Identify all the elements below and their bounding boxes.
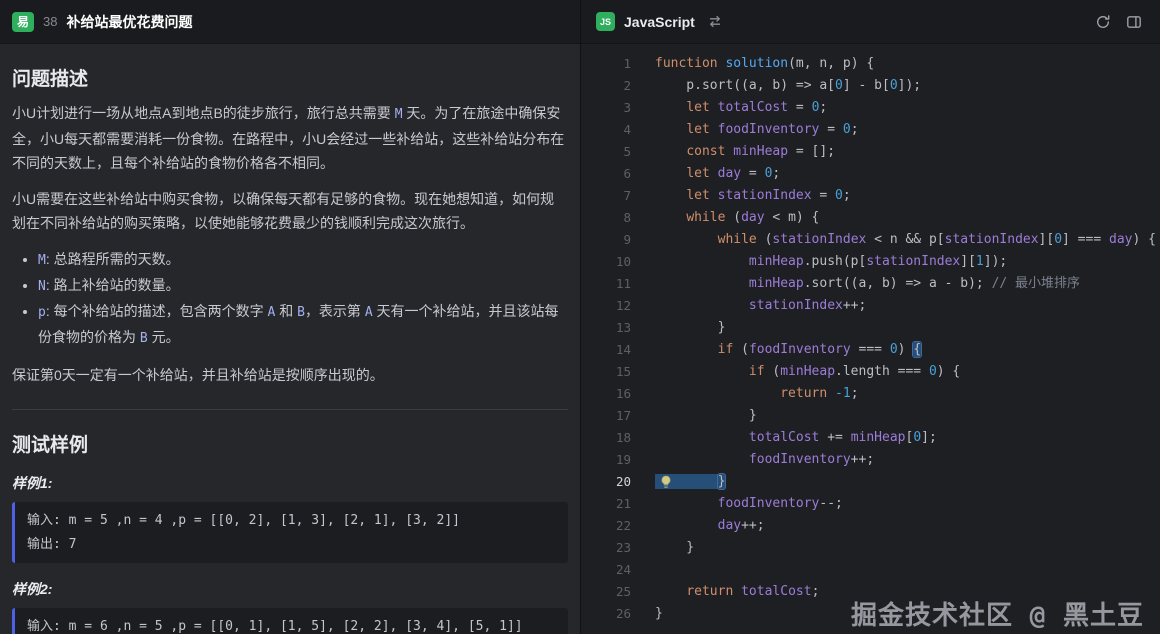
parameter-bullet: M: 总路程所需的天数。 [38,247,568,273]
line-number: 4 [581,119,637,141]
sample-input: 输入: m = 5 ,n = 4 ,p = [[0, 2], [1, 3], [… [27,511,556,530]
parameter-bullet: p: 每个补给站的描述，包含两个数字 A 和 B，表示第 A 天有一个补给站，并… [38,299,568,351]
line-number: 23 [581,537,637,559]
line-number: 24 [581,559,637,581]
code-line[interactable]: return totalCost; [655,581,1160,603]
swap-language-icon[interactable] [704,11,726,33]
code-line[interactable]: p.sort((a, b) => a[0] - b[0]); [655,75,1160,97]
line-number: 20 [581,471,637,493]
parameters-list: M: 总路程所需的天数。N: 路上补给站的数量。p: 每个补给站的描述，包含两个… [12,247,568,351]
code-area[interactable]: function solution(m, n, p) { p.sort((a, … [637,53,1160,634]
line-number: 16 [581,383,637,405]
javascript-logo-icon: JS [596,12,615,31]
inline-code: A [268,305,276,320]
line-number: 9 [581,229,637,251]
line-number: 22 [581,515,637,537]
code-line[interactable]: totalCost += minHeap[0]; [655,427,1160,449]
section-title-samples: 测试样例 [12,430,568,457]
code-line[interactable]: minHeap.sort((a, b) => a - b); // 最小堆排序 [655,273,1160,295]
line-number: 18 [581,427,637,449]
line-number: 19 [581,449,637,471]
app-window: 易 38 补给站最优花费问题 问题描述 小U计划进行一场从地点A到地点B的徒步旅… [0,0,1160,634]
line-number: 11 [581,273,637,295]
sample-output: 输出: 7 [27,535,556,554]
difficulty-badge: 易 [12,12,34,32]
description-paragraphs: 小U计划进行一场从地点A到地点B的徒步旅行，旅行总共需要 M 天。为了在旅途中确… [12,101,568,235]
inline-code: M [38,253,46,268]
inline-code: N [38,279,46,294]
line-number: 15 [581,361,637,383]
code-line[interactable]: } [655,317,1160,339]
problem-content[interactable]: 问题描述 小U计划进行一场从地点A到地点B的徒步旅行，旅行总共需要 M 天。为了… [0,44,580,634]
code-line[interactable]: } [655,471,1160,493]
line-number: 2 [581,75,637,97]
line-number: 17 [581,405,637,427]
code-line[interactable]: } [655,537,1160,559]
reset-code-icon[interactable] [1092,11,1114,33]
code-line[interactable] [655,559,1160,581]
code-line[interactable]: if (minHeap.length === 0) { [655,361,1160,383]
constraint-note: 保证第0天一定有一个补给站，并且补给站是按顺序出现的。 [12,363,568,387]
code-line[interactable]: let totalCost = 0; [655,97,1160,119]
watermark: 掘金技术社区 @ 黑土豆 [851,605,1144,627]
code-line[interactable]: if (foodInventory === 0) { [655,339,1160,361]
section-divider [12,409,568,410]
line-number: 10 [581,251,637,273]
layout-panel-icon[interactable] [1123,11,1145,33]
code-editor[interactable]: 1234567891011121314151617181920212223242… [581,44,1160,634]
inline-code: p [38,305,46,320]
sample-input: 输入: m = 6 ,n = 5 ,p = [[0, 1], [1, 5], [… [27,617,556,634]
line-number: 14 [581,339,637,361]
inline-code: B [140,331,148,346]
line-number: 12 [581,295,637,317]
line-number: 8 [581,207,637,229]
section-title-description: 问题描述 [12,64,568,91]
problem-title: 补给站最优花费问题 [66,12,192,32]
problem-number: 38 [43,14,57,29]
code-line[interactable]: stationIndex++; [655,295,1160,317]
line-number: 21 [581,493,637,515]
problem-header: 易 38 补给站最优花费问题 [0,0,580,44]
code-line[interactable]: let stationIndex = 0; [655,185,1160,207]
code-line[interactable]: minHeap.push(p[stationIndex][1]); [655,251,1160,273]
code-line[interactable]: foodInventory--; [655,493,1160,515]
code-line[interactable]: while (stationIndex < n && p[stationInde… [655,229,1160,251]
code-line[interactable]: return -1; [655,383,1160,405]
samples-container: 样例1: 输入: m = 5 ,n = 4 ,p = [[0, 2], [1, 3… [12,473,568,634]
inline-code: M [395,107,403,122]
code-line[interactable]: function solution(m, n, p) { [655,53,1160,75]
problem-paragraph: 小U需要在这些补给站中购买食物，以确保每天都有足够的食物。现在她想知道，如何规划… [12,187,568,235]
code-line[interactable]: } [655,405,1160,427]
code-line[interactable]: while (day < m) { [655,207,1160,229]
line-number: 3 [581,97,637,119]
lightbulb-icon[interactable] [659,475,673,489]
editor-panel: JS JavaScript [581,0,1160,634]
sample-block: 输入: m = 5 ,n = 4 ,p = [[0, 2], [1, 3], [… [12,502,568,563]
problem-paragraph: 小U计划进行一场从地点A到地点B的徒步旅行，旅行总共需要 M 天。为了在旅途中确… [12,101,568,175]
problem-panel: 易 38 补给站最优花费问题 问题描述 小U计划进行一场从地点A到地点B的徒步旅… [0,0,581,634]
code-line[interactable]: const minHeap = []; [655,141,1160,163]
line-number-gutter: 1234567891011121314151617181920212223242… [581,53,637,634]
line-number: 13 [581,317,637,339]
line-number: 6 [581,163,637,185]
line-number: 26 [581,603,637,625]
code-line[interactable]: day++; [655,515,1160,537]
code-line[interactable]: let foodInventory = 0; [655,119,1160,141]
code-line[interactable]: foodInventory++; [655,449,1160,471]
line-number: 1 [581,53,637,75]
line-number: 7 [581,185,637,207]
parameter-bullet: N: 路上补给站的数量。 [38,273,568,299]
sample-block: 输入: m = 6 ,n = 5 ,p = [[0, 1], [1, 5], [… [12,608,568,634]
line-number: 5 [581,141,637,163]
line-number: 25 [581,581,637,603]
code-line[interactable]: let day = 0; [655,163,1160,185]
inline-code: B [297,305,305,320]
sample-label: 样例1: [12,473,568,493]
sample-label: 样例2: [12,579,568,599]
inline-code: A [365,305,373,320]
language-label: JavaScript [624,14,695,30]
editor-header: JS JavaScript [581,0,1160,44]
